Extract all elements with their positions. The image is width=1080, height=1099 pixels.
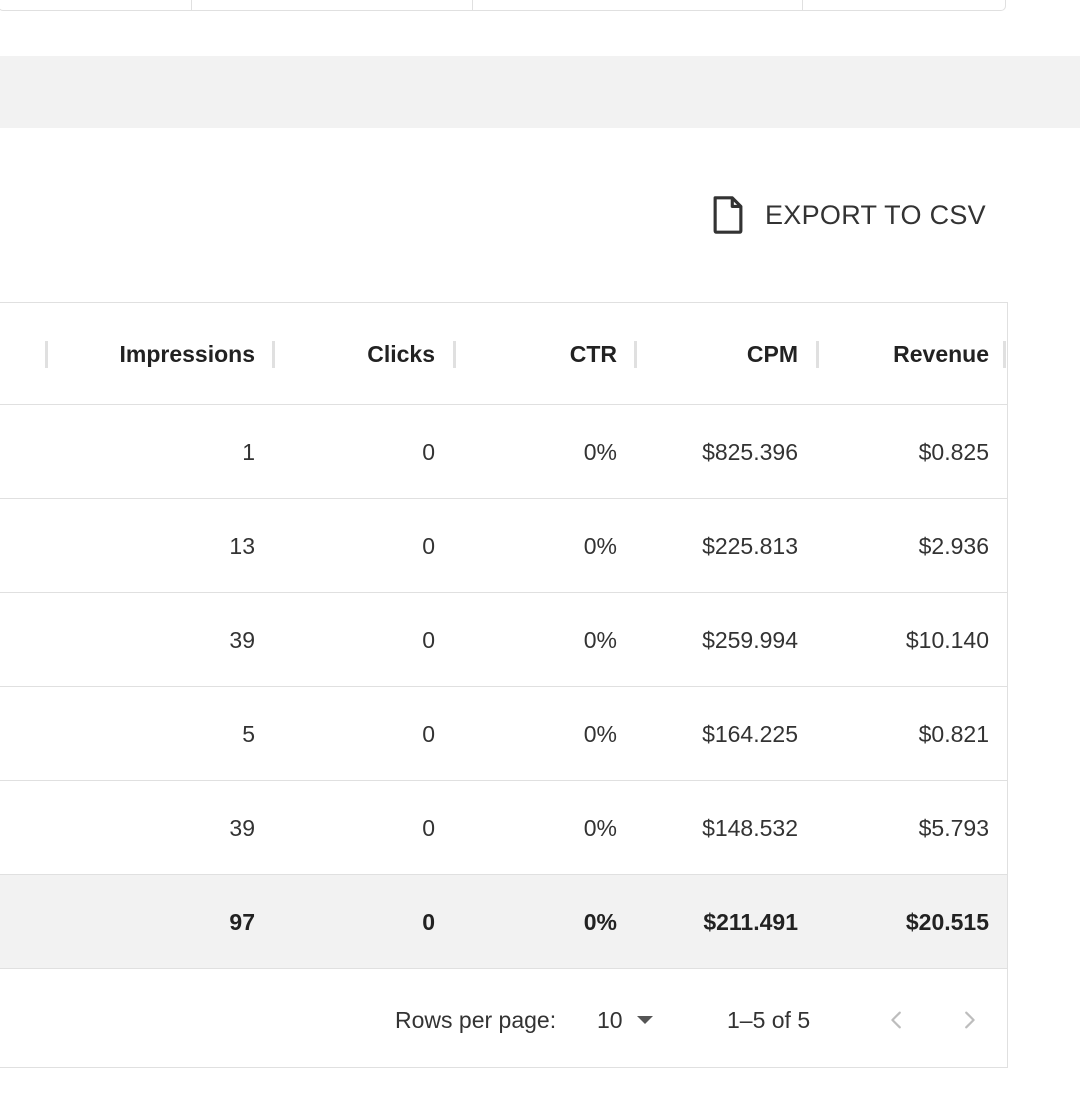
column-header-cpm[interactable]: CPM xyxy=(747,303,798,405)
table-row: 39 0 0% $148.532 $5.793 xyxy=(0,781,1007,875)
cell-clicks: 0 xyxy=(422,720,435,747)
cell-revenue: $2.936 xyxy=(918,532,989,559)
table-row: 5 0 0% $164.225 $0.821 xyxy=(0,687,1007,781)
column-header-impressions[interactable]: Impressions xyxy=(120,303,256,405)
summary-divider xyxy=(802,0,803,10)
cell-cpm: $825.396 xyxy=(702,438,798,465)
rows-per-page-label: Rows per page: xyxy=(395,1006,557,1033)
previous-page-button[interactable] xyxy=(879,1002,915,1038)
cell-cpm: $259.994 xyxy=(702,626,798,653)
report-table: Impressions Clicks CTR CPM Revenue 1 0 0… xyxy=(0,302,1008,1068)
pagination-range: 1–5 of 5 xyxy=(727,1006,811,1033)
cell-impressions: 1 xyxy=(242,438,255,465)
cell-revenue: $5.793 xyxy=(918,814,989,841)
cell-impressions: 5 xyxy=(242,720,255,747)
summary-divider xyxy=(472,0,473,10)
cell-cpm: $164.225 xyxy=(702,720,798,747)
total-ctr: 0% xyxy=(583,908,617,935)
column-separator[interactable] xyxy=(634,341,637,368)
total-revenue: $20.515 xyxy=(905,908,989,935)
table-row: 1 0 0% $825.396 $0.825 xyxy=(0,405,1007,499)
total-impressions: 97 xyxy=(229,908,255,935)
table-row: 39 0 0% $259.994 $10.140 xyxy=(0,593,1007,687)
summary-divider xyxy=(191,0,192,10)
cell-ctr: 0% xyxy=(583,438,617,465)
column-header-clicks[interactable]: Clicks xyxy=(367,303,435,405)
chevron-right-icon xyxy=(965,1011,975,1029)
cell-clicks: 0 xyxy=(422,626,435,653)
column-separator[interactable] xyxy=(453,341,456,368)
cell-impressions: 39 xyxy=(229,814,255,841)
rows-per-page-select[interactable]: 10 xyxy=(597,996,663,1044)
summary-card xyxy=(0,0,1006,11)
cell-ctr: 0% xyxy=(583,720,617,747)
export-csv-label: EXPORT TO CSV xyxy=(765,199,986,230)
column-separator[interactable] xyxy=(45,341,48,368)
table-pagination: Rows per page: 10 1–5 of 5 xyxy=(0,972,1007,1068)
total-cpm: $211.491 xyxy=(703,908,798,935)
column-separator[interactable] xyxy=(816,341,819,368)
cell-ctr: 0% xyxy=(583,532,617,559)
column-separator[interactable] xyxy=(272,341,275,368)
report-page: EXPORT TO CSV Impressions Clicks CTR CPM… xyxy=(0,0,1080,1099)
next-page-button[interactable] xyxy=(951,1002,987,1038)
cell-ctr: 0% xyxy=(583,814,617,841)
table-total-row: 97 0 0% $211.491 $20.515 xyxy=(0,875,1007,969)
cell-clicks: 0 xyxy=(422,438,435,465)
total-clicks: 0 xyxy=(422,908,435,935)
file-icon xyxy=(713,196,743,234)
chevron-left-icon xyxy=(891,1011,901,1029)
cell-cpm: $148.532 xyxy=(702,814,798,841)
filter-bar xyxy=(0,56,1080,128)
export-csv-button[interactable]: EXPORT TO CSV xyxy=(704,190,994,240)
caret-down-icon xyxy=(636,1016,653,1024)
column-header-revenue[interactable]: Revenue xyxy=(893,303,989,405)
table-row: 13 0 0% $225.813 $2.936 xyxy=(0,499,1007,593)
cell-clicks: 0 xyxy=(422,532,435,559)
cell-cpm: $225.813 xyxy=(702,532,798,559)
cell-ctr: 0% xyxy=(583,626,617,653)
cell-impressions: 39 xyxy=(229,626,255,653)
table-header-row: Impressions Clicks CTR CPM Revenue xyxy=(0,303,1007,405)
rows-per-page-value: 10 xyxy=(597,1006,623,1033)
cell-clicks: 0 xyxy=(422,814,435,841)
cell-revenue: $0.821 xyxy=(918,720,989,747)
cell-revenue: $0.825 xyxy=(918,438,989,465)
column-header-ctr[interactable]: CTR xyxy=(570,303,617,405)
cell-impressions: 13 xyxy=(229,532,255,559)
cell-revenue: $10.140 xyxy=(905,626,989,653)
column-separator[interactable] xyxy=(1003,341,1006,368)
